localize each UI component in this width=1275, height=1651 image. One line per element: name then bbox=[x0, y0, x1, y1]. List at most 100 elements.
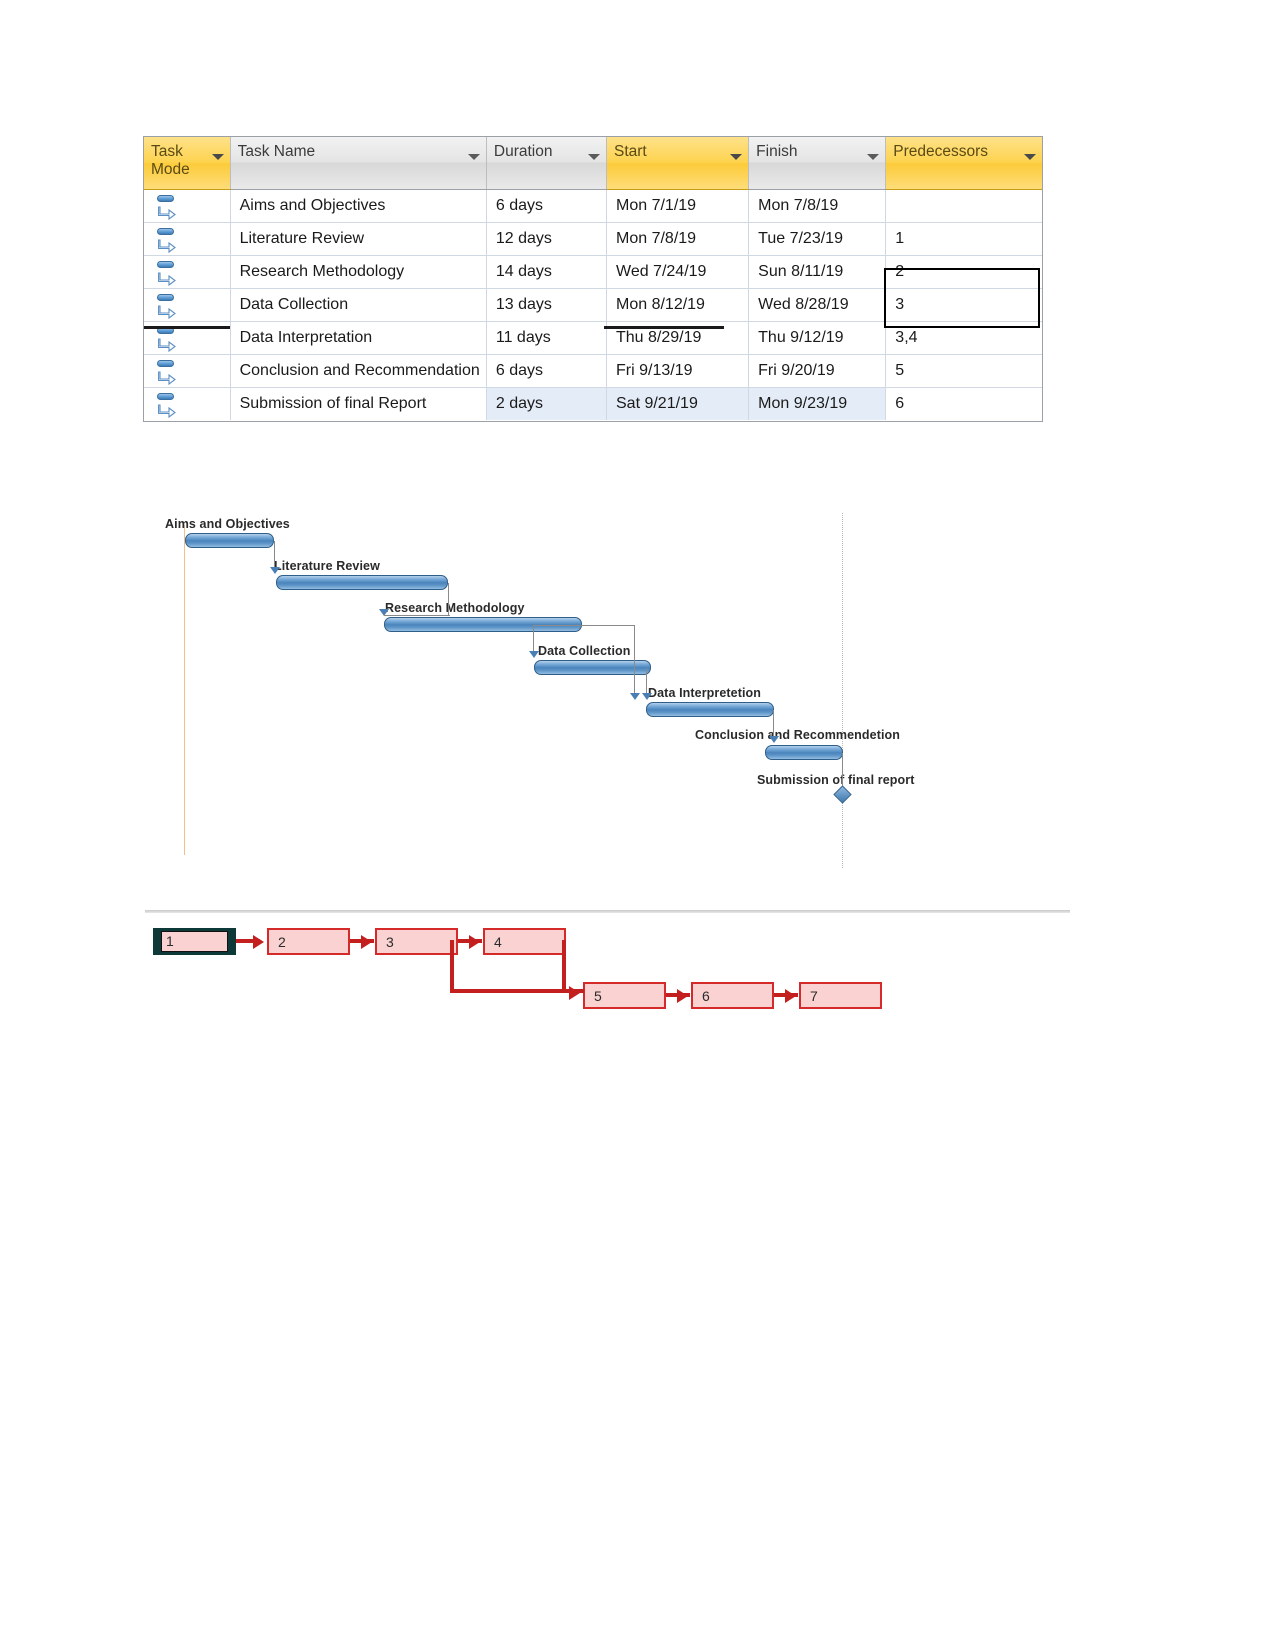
filter-arrow-icon[interactable] bbox=[467, 154, 480, 160]
cell-predecessors[interactable] bbox=[885, 189, 1042, 223]
cell-task-name[interactable]: Data Interpretation bbox=[230, 321, 487, 355]
auto-schedule-icon bbox=[156, 227, 180, 254]
gantt-link bbox=[448, 583, 449, 615]
cell-task-mode[interactable] bbox=[144, 189, 231, 223]
column-header-task-mode[interactable]: Task Mode bbox=[144, 137, 231, 190]
cell-start[interactable]: Wed 7/24/19 bbox=[606, 255, 750, 289]
project-finish-line bbox=[842, 513, 843, 868]
table-row[interactable]: Conclusion and Recommendation 6 days Fri 9… bbox=[144, 354, 1042, 388]
gantt-bar[interactable] bbox=[646, 702, 774, 717]
gantt-milestone[interactable] bbox=[833, 785, 852, 804]
network-node-2[interactable]: 2 bbox=[267, 928, 350, 955]
column-header-label: Finish bbox=[756, 143, 798, 160]
cell-task-name[interactable]: Literature Review bbox=[230, 222, 487, 256]
cell-predecessors[interactable]: 3,4 bbox=[885, 321, 1042, 355]
cell-finish[interactable]: Tue 7/23/19 bbox=[748, 222, 887, 256]
project-start-line bbox=[184, 525, 185, 855]
cell-start[interactable]: Mon 7/1/19 bbox=[606, 189, 750, 223]
gantt-chart[interactable]: Aims and Objectives Literature Review Re… bbox=[152, 505, 942, 885]
gantt-bar[interactable] bbox=[185, 533, 274, 548]
cell-finish[interactable]: Mon 9/23/19 bbox=[748, 387, 887, 421]
cell-start[interactable]: Fri 9/13/19 bbox=[606, 354, 750, 388]
column-header-task-name[interactable]: Task Name bbox=[230, 137, 487, 190]
arrow-head-icon bbox=[469, 935, 480, 949]
column-header-start[interactable]: Start bbox=[606, 137, 750, 190]
gantt-bar-label: Data Collection bbox=[538, 644, 631, 658]
cell-finish[interactable]: Fri 9/20/19 bbox=[748, 354, 887, 388]
filter-arrow-icon[interactable] bbox=[1024, 154, 1036, 160]
cell-task-name[interactable]: Conclusion and Recommendation bbox=[230, 354, 487, 388]
cell-predecessors[interactable]: 5 bbox=[885, 354, 1042, 388]
cell-task-mode[interactable] bbox=[144, 222, 231, 256]
gantt-bar[interactable] bbox=[276, 575, 448, 590]
auto-schedule-icon bbox=[156, 392, 180, 419]
task-table[interactable]: Task Mode Task Name Duration Start Finis… bbox=[143, 136, 1043, 422]
cell-task-mode[interactable] bbox=[144, 354, 231, 388]
cell-task-name[interactable]: Data Collection bbox=[230, 288, 487, 322]
cell-start[interactable]: Sat 9/21/19 bbox=[606, 387, 750, 421]
cell-start[interactable]: Mon 7/8/19 bbox=[606, 222, 750, 256]
network-node-4[interactable]: 4 bbox=[483, 928, 566, 955]
cell-duration[interactable]: 12 days bbox=[486, 222, 608, 256]
network-node-3[interactable]: 3 bbox=[375, 928, 458, 955]
network-node-7[interactable]: 7 bbox=[799, 982, 882, 1009]
table-bottom-edge bbox=[604, 326, 724, 329]
network-diagram[interactable]: 1 2 3 4 5 6 7 bbox=[145, 900, 1075, 1030]
cell-finish[interactable]: Wed 8/28/19 bbox=[748, 288, 887, 322]
gantt-link-arrow-icon bbox=[642, 693, 652, 700]
table-row[interactable]: Data Collection 13 days Mon 8/12/19 Wed 8/2… bbox=[144, 288, 1042, 322]
cell-task-name[interactable]: Submission of final Report bbox=[230, 387, 487, 421]
cell-task-name[interactable]: Research Methodology bbox=[230, 255, 487, 289]
cell-start[interactable]: Mon 8/12/19 bbox=[606, 288, 750, 322]
cell-duration[interactable]: 2 days bbox=[486, 387, 608, 421]
cell-task-mode[interactable] bbox=[144, 255, 231, 289]
gantt-bar-label: Literature Review bbox=[274, 559, 380, 573]
filter-arrow-icon[interactable] bbox=[588, 154, 600, 160]
arrow-head-icon bbox=[361, 935, 372, 949]
gantt-link bbox=[634, 625, 635, 697]
filter-arrow-icon[interactable] bbox=[730, 154, 743, 160]
cell-duration[interactable]: 6 days bbox=[486, 354, 608, 388]
arrow-head-icon bbox=[677, 989, 688, 1003]
table-row[interactable]: Literature Review 12 days Mon 7/8/19 Tue 7/… bbox=[144, 222, 1042, 256]
column-header-finish[interactable]: Finish bbox=[748, 137, 887, 190]
cell-finish[interactable]: Thu 9/12/19 bbox=[748, 321, 887, 355]
cell-predecessors[interactable]: 3 bbox=[885, 288, 1042, 322]
gantt-link-arrow-icon bbox=[630, 693, 640, 700]
cell-duration[interactable]: 13 days bbox=[486, 288, 608, 322]
cell-duration[interactable]: 6 days bbox=[486, 189, 608, 223]
network-edge bbox=[450, 940, 454, 993]
network-node-6[interactable]: 6 bbox=[691, 982, 774, 1009]
network-node-1[interactable]: 1 bbox=[153, 928, 236, 955]
cell-duration[interactable]: 14 days bbox=[486, 255, 608, 289]
filter-arrow-icon[interactable] bbox=[867, 154, 880, 160]
cell-task-mode[interactable] bbox=[144, 387, 231, 421]
cell-task-name[interactable]: Aims and Objectives bbox=[230, 189, 487, 223]
gantt-link bbox=[533, 625, 583, 626]
column-header-label: Predecessors bbox=[893, 143, 989, 160]
gantt-link-arrow-icon bbox=[769, 736, 779, 743]
filter-arrow-icon[interactable] bbox=[211, 154, 224, 160]
table-row[interactable]: Aims and Objectives 6 days Mon 7/1/19 Mon 7… bbox=[144, 189, 1042, 223]
cell-predecessors[interactable]: 1 bbox=[885, 222, 1042, 256]
gantt-bar-label: Data Interpretetion bbox=[648, 686, 762, 700]
table-row[interactable]: Data Interpretation 11 days Thu 8/29/19 Thu… bbox=[144, 321, 1042, 355]
cell-finish[interactable]: Mon 7/8/19 bbox=[748, 189, 887, 223]
column-header-predecessors[interactable]: Predecessors bbox=[885, 137, 1042, 190]
cell-task-mode[interactable] bbox=[144, 288, 231, 322]
gantt-link-arrow-icon bbox=[270, 567, 280, 574]
column-header-duration[interactable]: Duration bbox=[486, 137, 608, 190]
gantt-bar[interactable] bbox=[765, 745, 843, 760]
gantt-link-arrow-icon bbox=[529, 651, 539, 658]
table-row[interactable]: Research Methodology 14 days Wed 7/24/19 Su… bbox=[144, 255, 1042, 289]
auto-schedule-icon bbox=[156, 260, 180, 287]
auto-schedule-icon bbox=[156, 293, 180, 320]
network-node-5[interactable]: 5 bbox=[583, 982, 666, 1009]
gantt-link bbox=[842, 753, 843, 785]
cell-duration[interactable]: 11 days bbox=[486, 321, 608, 355]
cell-predecessors[interactable]: 6 bbox=[885, 387, 1042, 421]
gantt-bar-label: Conclusion and Recommendetion bbox=[695, 728, 900, 742]
cell-finish[interactable]: Sun 8/11/19 bbox=[748, 255, 887, 289]
cell-predecessors[interactable]: 2 bbox=[885, 255, 1042, 289]
table-row[interactable]: Submission of final Report 2 days Sat 9/21… bbox=[144, 387, 1042, 421]
